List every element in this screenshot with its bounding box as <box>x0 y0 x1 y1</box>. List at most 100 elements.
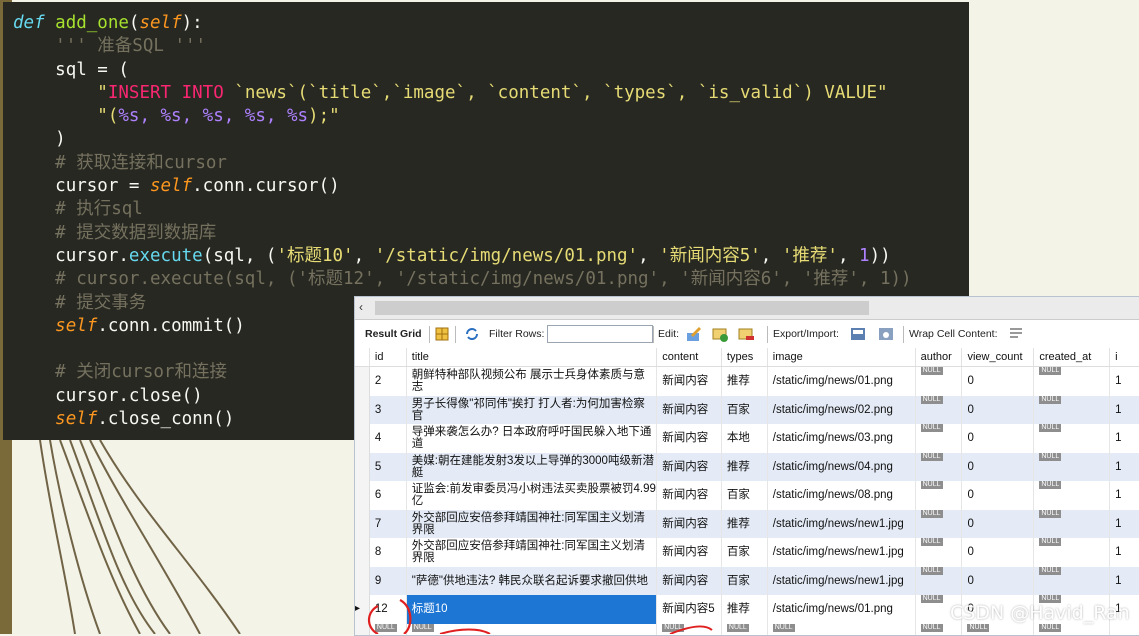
table-row[interactable]: 8 外交部回应安倍参拜靖国神社:同军国主义划清界限 新闻内容 百家/static/im… <box>355 538 1139 567</box>
table-row[interactable]: 3 男子长得像"祁同伟"挨打 打人者:为何加害检察官 新闻内容 百家/static/i… <box>355 395 1139 424</box>
cell-types[interactable]: 百家 <box>721 395 768 424</box>
cell-title[interactable]: 导弹来袭怎么办? 日本政府呼吁国民躲入地下通道 <box>406 424 658 453</box>
cell-title[interactable]: 标题10 <box>406 595 658 624</box>
add-row-icon[interactable] <box>711 325 729 343</box>
column-header-title[interactable]: title <box>406 348 658 367</box>
cell-view-count[interactable]: 0 <box>961 538 1035 567</box>
cell-more[interactable]: 1 <box>1109 481 1139 510</box>
cell-types[interactable]: 推荐 <box>721 509 768 538</box>
cell-types[interactable]: 百家 <box>721 566 768 595</box>
cell-title[interactable]: "萨德"供地违法? 韩民众联名起诉要求撤回供地 <box>406 566 658 595</box>
wrap-cell-toggle-icon[interactable] <box>1007 325 1025 343</box>
cell-types[interactable]: 百家 <box>721 481 768 510</box>
cell-more[interactable]: 1 <box>1109 395 1139 424</box>
row-gutter[interactable] <box>355 395 370 424</box>
cell-content[interactable]: 新闻内容 <box>656 424 722 453</box>
column-header-more[interactable]: i <box>1109 348 1139 367</box>
result-grid-window[interactable]: ‹ Result Grid Filter Rows: Edit: Export/… <box>354 296 1139 636</box>
cell-types[interactable]: 推荐 <box>721 366 768 396</box>
cell-created-at[interactable]: NULL <box>1033 395 1111 424</box>
cell-author[interactable]: NULL <box>915 395 963 424</box>
cell-title[interactable]: 美媒:朝在建能发射3发以上导弹的3000吨级新潜艇 <box>406 452 658 481</box>
table-row[interactable]: 4 导弹来袭怎么办? 日本政府呼吁国民躲入地下通道 新闻内容 本地/static/im… <box>355 424 1139 453</box>
filter-rows-input[interactable] <box>547 325 653 343</box>
edit-row-icon[interactable] <box>685 325 703 343</box>
cell-more[interactable]: 1 <box>1109 509 1139 538</box>
cell-content[interactable]: 新闻内容 <box>656 509 722 538</box>
cell-view-count[interactable]: 0 <box>961 566 1035 595</box>
cell-id[interactable]: 6 <box>369 481 407 510</box>
result-grid-label[interactable]: Result Grid <box>365 328 422 340</box>
column-header-image[interactable]: image <box>767 348 916 367</box>
cell-created-at[interactable]: NULL <box>1033 509 1111 538</box>
current-row-marker[interactable]: ▸ <box>355 595 370 624</box>
cell-view-count[interactable]: 0 <box>961 366 1035 396</box>
cell-image[interactable]: /static/img/news/new1.jpg <box>767 509 916 538</box>
row-gutter[interactable] <box>355 566 370 595</box>
cell-title[interactable]: 外交部回应安倍参拜靖国神社:同军国主义划清界限 <box>406 509 658 538</box>
cell-types[interactable]: 本地 <box>721 424 768 453</box>
cell-more[interactable]: 1 <box>1109 452 1139 481</box>
cell-author[interactable]: NULL <box>915 566 963 595</box>
cell-title[interactable]: 男子长得像"祁同伟"挨打 打人者:为何加害检察官 <box>406 395 658 424</box>
cell-author[interactable]: NULL <box>915 452 963 481</box>
cell-image[interactable]: /static/img/news/01.png <box>767 366 916 396</box>
cell-id[interactable]: 5 <box>369 452 407 481</box>
table-row[interactable]: 9 "萨德"供地违法? 韩民众联名起诉要求撤回供地 新闻内容 百家/static/im… <box>355 566 1139 595</box>
row-gutter[interactable] <box>355 481 370 510</box>
cell-id[interactable]: 4 <box>369 424 407 453</box>
column-header-types[interactable]: types <box>721 348 768 367</box>
cell-created-at[interactable]: NULL <box>1033 424 1111 453</box>
grid-view-icon[interactable] <box>433 325 451 343</box>
cell-created-at[interactable]: NULL <box>1033 366 1111 396</box>
refresh-icon[interactable] <box>463 325 481 343</box>
cell-id[interactable]: 7 <box>369 509 407 538</box>
cell-author[interactable]: NULL <box>915 424 963 453</box>
cell-author[interactable]: NULL <box>915 366 963 396</box>
cell-view-count[interactable]: 0 <box>961 452 1035 481</box>
cell-more[interactable]: 1 <box>1109 366 1139 396</box>
table-row[interactable]: 6 证监会:前发审委员冯小树违法买卖股票被罚4.99亿 新闻内容 百家/static/… <box>355 481 1139 510</box>
cell-types[interactable]: 推荐 <box>721 452 768 481</box>
row-gutter[interactable] <box>355 538 370 567</box>
cell-content[interactable]: 新闻内容 <box>656 566 722 595</box>
export-icon[interactable] <box>849 325 867 343</box>
cell-types[interactable]: 推荐 <box>721 595 768 624</box>
cell-created-at[interactable]: NULL <box>1033 538 1111 567</box>
cell-view-count[interactable]: 0 <box>961 509 1035 538</box>
cell-content[interactable]: 新闻内容5 <box>656 595 722 624</box>
table-row[interactable]: 5 美媒:朝在建能发射3发以上导弹的3000吨级新潜艇 新闻内容 推荐/static/… <box>355 452 1139 481</box>
cell-id[interactable]: 12 <box>369 595 407 624</box>
cell-author[interactable]: NULL <box>915 538 963 567</box>
cell-id[interactable]: 2 <box>369 366 407 396</box>
cell-view-count[interactable]: 0 <box>961 395 1035 424</box>
cell-title[interactable]: 证监会:前发审委员冯小树违法买卖股票被罚4.99亿 <box>406 481 658 510</box>
row-gutter[interactable] <box>355 424 370 453</box>
cell-view-count[interactable]: 0 <box>961 424 1035 453</box>
cell-id[interactable]: 3 <box>369 395 407 424</box>
row-gutter[interactable] <box>355 452 370 481</box>
cell-id[interactable]: 8 <box>369 538 407 567</box>
cell-image[interactable]: /static/img/news/new1.jpg <box>767 538 916 567</box>
delete-row-icon[interactable] <box>737 325 755 343</box>
cell-content[interactable]: 新闻内容 <box>656 538 722 567</box>
row-gutter[interactable] <box>355 509 370 538</box>
cell-author[interactable]: NULL <box>915 481 963 510</box>
cell-more[interactable]: 1 <box>1109 424 1139 453</box>
cell-more[interactable]: 1 <box>1109 538 1139 567</box>
cell-created-at[interactable]: NULL <box>1033 481 1111 510</box>
horizontal-scrollbar[interactable]: ‹ <box>355 297 1139 320</box>
cell-created-at[interactable]: NULL <box>1033 452 1111 481</box>
cell-image[interactable]: /static/img/news/08.png <box>767 481 916 510</box>
table-row[interactable]: 7 外交部回应安倍参拜靖国神社:同军国主义划清界限 新闻内容 推荐/static/im… <box>355 509 1139 538</box>
column-header-created-at[interactable]: created_at <box>1033 348 1111 367</box>
cell-image[interactable]: /static/img/news/03.png <box>767 424 916 453</box>
cell-created-at[interactable]: NULL <box>1033 566 1111 595</box>
cell-content[interactable]: 新闻内容 <box>656 395 722 424</box>
column-header-author[interactable]: author <box>915 348 963 367</box>
cell-image[interactable]: /static/img/news/new1.jpg <box>767 566 916 595</box>
import-icon[interactable] <box>877 325 895 343</box>
row-gutter[interactable] <box>355 366 370 396</box>
cell-image[interactable]: /static/img/news/02.png <box>767 395 916 424</box>
cell-content[interactable]: 新闻内容 <box>656 481 722 510</box>
